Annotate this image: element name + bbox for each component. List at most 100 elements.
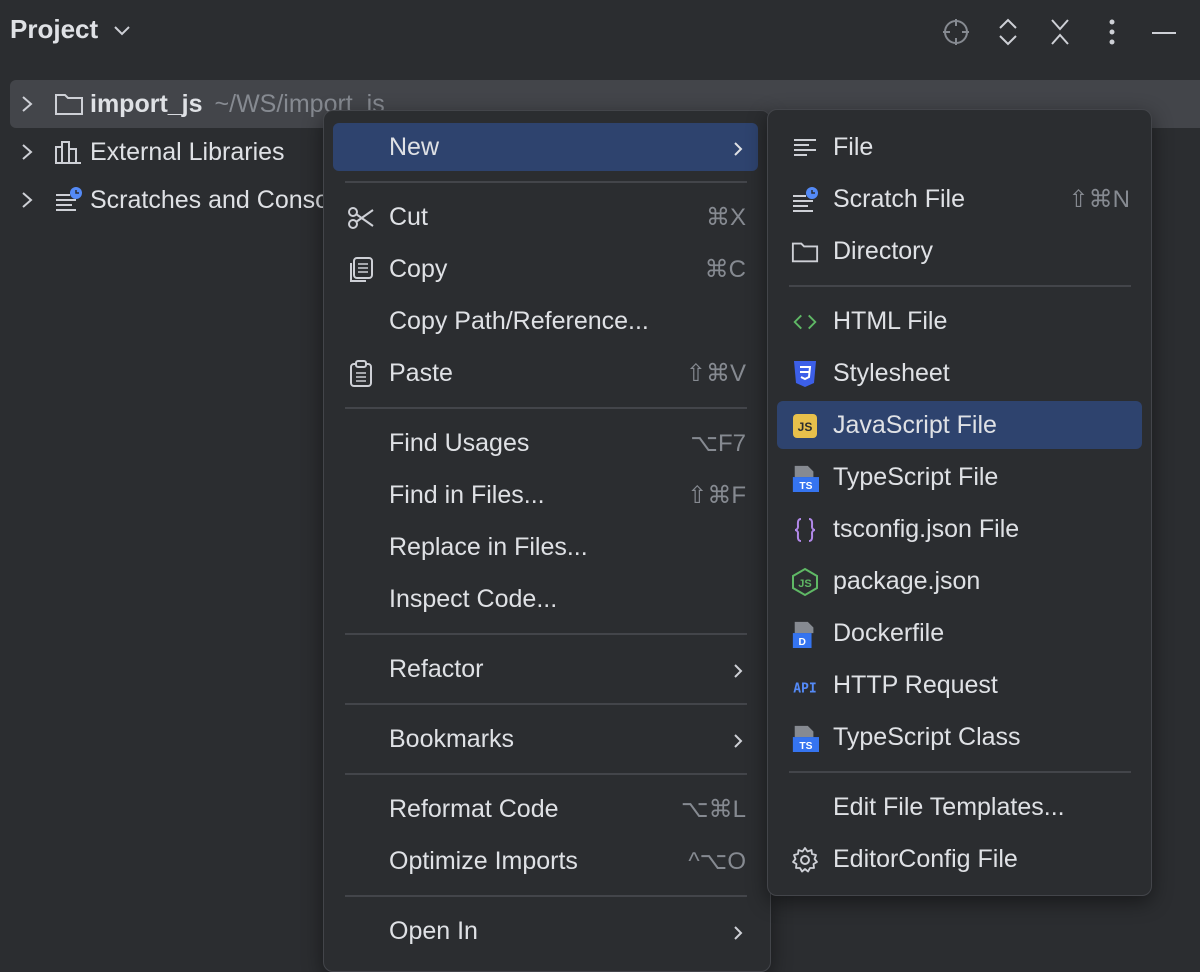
menu-item-label: package.json <box>833 566 981 595</box>
menu-item-package-json[interactable]: JS package.json <box>777 557 1142 605</box>
context-menu: New Cut ⌘X Copy ⌘C Copy Path/Reference..… <box>323 110 771 972</box>
css-icon <box>791 360 819 388</box>
menu-item-typescript-class[interactable]: TS TypeScript Class <box>777 713 1142 761</box>
menu-item-edit-file-templates[interactable]: Edit File Templates... <box>777 783 1142 831</box>
menu-item-html-file[interactable]: HTML File <box>777 297 1142 345</box>
project-tool-window-header: Project <box>0 0 1200 62</box>
menu-item-label: File <box>833 132 874 161</box>
more-options-icon[interactable] <box>1096 16 1128 48</box>
menu-item-label: HTTP Request <box>833 670 998 699</box>
menu-item-label: Dockerfile <box>833 618 945 647</box>
ts-badge-text: TS <box>799 741 812 752</box>
clipboard-icon <box>347 360 375 388</box>
menu-item-label: Scratch File <box>833 184 965 213</box>
menu-item-label: Find Usages <box>389 428 530 457</box>
menu-item-label: Reformat Code <box>389 794 559 823</box>
menu-item-inspect-code[interactable]: Inspect Code... <box>333 575 758 623</box>
menu-item-label: Refactor <box>389 654 484 683</box>
menu-item-label: Open In <box>389 916 478 945</box>
menu-item-label: TypeScript Class <box>833 722 1021 751</box>
chevron-right-icon[interactable] <box>12 142 42 162</box>
chevron-right-icon[interactable] <box>12 190 42 210</box>
menu-item-reformat-code[interactable]: Reformat Code ⌥⌘L <box>333 785 758 833</box>
typescript-icon: TS <box>791 464 819 492</box>
scratch-file-icon <box>791 186 819 214</box>
shortcut-label: ^⌥O <box>688 847 746 875</box>
menu-item-label: Directory <box>833 236 934 265</box>
menu-item-find-in-files[interactable]: Find in Files... ⇧⌘F <box>333 471 758 519</box>
menu-item-label: tsconfig.json File <box>833 514 1020 543</box>
expand-collapse-icon[interactable] <box>992 16 1024 48</box>
menu-item-copy[interactable]: Copy ⌘C <box>333 245 758 293</box>
shortcut-label: ⇧⌘V <box>685 359 746 387</box>
chevron-right-icon <box>732 921 744 950</box>
tree-node-label: import_js <box>90 89 203 118</box>
menu-item-label: Paste <box>389 358 453 387</box>
menu-item-label: Inspect Code... <box>389 584 558 613</box>
locate-icon[interactable] <box>940 16 972 48</box>
menu-item-label: HTML File <box>833 306 948 335</box>
menu-item-find-usages[interactable]: Find Usages ⌥F7 <box>333 419 758 467</box>
scissors-icon <box>347 204 375 232</box>
menu-item-http-request[interactable]: API HTTP Request <box>777 661 1142 709</box>
library-icon <box>54 139 84 165</box>
chevron-right-icon <box>732 729 744 758</box>
typescript-class-icon: TS <box>791 724 819 752</box>
menu-item-file[interactable]: File <box>777 123 1142 171</box>
menu-item-open-in[interactable]: Open In <box>333 907 758 955</box>
chevron-right-icon[interactable] <box>12 94 42 114</box>
menu-item-new[interactable]: New <box>333 123 758 171</box>
menu-item-label: Bookmarks <box>389 724 515 753</box>
menu-item-scratch-file[interactable]: Scratch File ⇧⌘N <box>777 175 1142 223</box>
docker-badge-text: D <box>798 637 805 648</box>
shortcut-label: ⌘C <box>704 255 746 283</box>
collapse-all-icon[interactable] <box>1044 16 1076 48</box>
text-file-icon <box>791 134 819 162</box>
shortcut-label: ⌘X <box>705 203 746 231</box>
node-badge-text: JS <box>798 578 811 590</box>
menu-item-label: JavaScript File <box>833 410 997 439</box>
chevron-down-icon[interactable] <box>112 20 132 45</box>
menu-item-bookmarks[interactable]: Bookmarks <box>333 715 758 763</box>
menu-item-label: Edit File Templates... <box>833 792 1065 821</box>
menu-separator <box>345 895 747 897</box>
menu-item-typescript-file[interactable]: TS TypeScript File <box>777 453 1142 501</box>
tool-window-title[interactable]: Project <box>10 14 98 45</box>
menu-separator <box>345 703 747 705</box>
menu-item-label: New <box>389 132 440 161</box>
menu-item-cut[interactable]: Cut ⌘X <box>333 193 758 241</box>
menu-item-label: Replace in Files... <box>389 532 588 561</box>
menu-separator <box>345 181 747 183</box>
menu-item-tsconfig-file[interactable]: tsconfig.json File <box>777 505 1142 553</box>
menu-item-directory[interactable]: Directory <box>777 227 1142 275</box>
nodejs-icon: JS <box>791 567 819 597</box>
menu-item-label: TypeScript File <box>833 462 999 491</box>
menu-separator <box>789 771 1131 773</box>
menu-item-dockerfile[interactable]: D Dockerfile <box>777 609 1142 657</box>
menu-item-refactor[interactable]: Refactor <box>333 645 758 693</box>
js-badge-text: JS <box>798 420 813 434</box>
shortcut-label: ⇧⌘N <box>1068 185 1130 213</box>
menu-item-replace-in-files[interactable]: Replace in Files... <box>333 523 758 571</box>
menu-item-javascript-file[interactable]: JS JavaScript File <box>777 401 1142 449</box>
new-submenu: File Scratch File ⇧⌘N Directory HTML Fil… <box>767 109 1152 896</box>
menu-item-label: Optimize Imports <box>389 846 578 875</box>
api-icon: API <box>791 672 819 700</box>
copy-icon <box>347 256 375 284</box>
shortcut-label: ⌥⌘L <box>680 795 746 823</box>
api-badge-text: API <box>793 682 817 697</box>
menu-item-optimize-imports[interactable]: Optimize Imports ^⌥O <box>333 837 758 885</box>
menu-item-copy-path[interactable]: Copy Path/Reference... <box>333 297 758 345</box>
folder-icon <box>791 238 819 266</box>
ts-badge-text: TS <box>799 481 812 492</box>
tree-node-label: Scratches and Consoles <box>90 185 361 214</box>
hide-icon[interactable] <box>1148 16 1180 48</box>
menu-item-editorconfig-file[interactable]: EditorConfig File <box>777 835 1142 883</box>
menu-separator <box>345 633 747 635</box>
menu-item-label: Copy <box>389 254 448 283</box>
menu-item-stylesheet[interactable]: Stylesheet <box>777 349 1142 397</box>
shortcut-label: ⌥F7 <box>690 429 746 457</box>
menu-item-paste[interactable]: Paste ⇧⌘V <box>333 349 758 397</box>
menu-item-label: Find in Files... <box>389 480 545 509</box>
json-braces-icon <box>791 516 819 544</box>
